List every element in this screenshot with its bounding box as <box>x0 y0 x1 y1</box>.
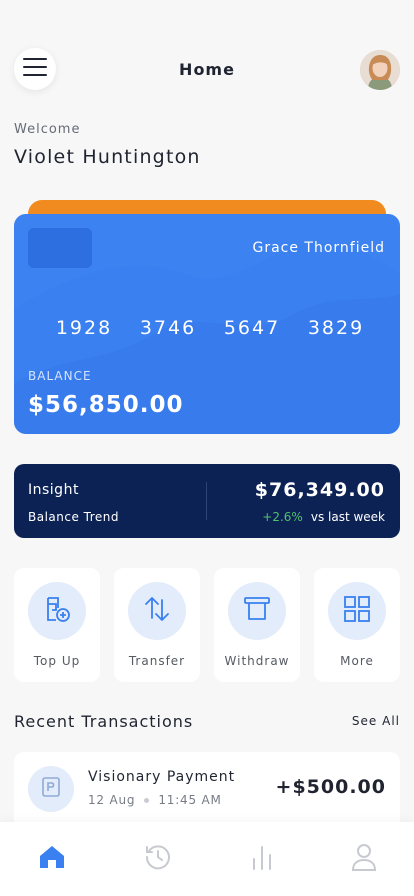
action-label: More <box>340 654 374 668</box>
card-number-group: 3746 <box>139 317 197 339</box>
action-icon-circle <box>28 582 86 640</box>
transfer-button[interactable]: Transfer <box>114 568 200 682</box>
card-number-group: 5647 <box>223 317 281 339</box>
insight-change-percent: +2.6% <box>262 510 303 524</box>
insight-change: +2.6% vs last week <box>262 510 385 524</box>
user-name: Violet Huntington <box>14 146 201 168</box>
home-icon <box>38 844 66 874</box>
action-label: Transfer <box>128 654 186 668</box>
balance-card[interactable]: Grace Thornfield 1928 3746 5647 3829 BAL… <box>14 214 400 434</box>
quick-actions: Top Up Transfer Withdraw More <box>14 568 400 682</box>
withdraw-icon <box>242 594 272 628</box>
payment-icon <box>39 775 63 803</box>
withdraw-button[interactable]: Withdraw <box>214 568 300 682</box>
card-number-group: 3829 <box>307 317 365 339</box>
insight-subtitle: Balance Trend <box>28 510 120 524</box>
balance-label: BALANCE <box>28 369 92 383</box>
transaction-item[interactable]: Visionary Payment 12 Aug 11:45 AM +$500.… <box>14 752 400 832</box>
transfer-arrows-icon <box>142 594 172 628</box>
transaction-meta: 12 Aug 11:45 AM <box>88 793 222 807</box>
nav-home[interactable] <box>36 844 68 874</box>
see-all-link[interactable]: See All <box>352 714 400 728</box>
top-up-button[interactable]: Top Up <box>14 568 100 682</box>
stats-icon <box>250 843 274 875</box>
separator-dot <box>144 797 150 803</box>
transaction-time: 11:45 AM <box>158 793 222 807</box>
bottom-nav <box>0 822 414 896</box>
recent-transactions-title: Recent Transactions <box>14 712 194 731</box>
action-label: Withdraw <box>224 654 290 668</box>
action-icon-circle <box>328 582 386 640</box>
transaction-date: 12 Aug <box>88 793 136 807</box>
page-title: Home <box>179 60 235 79</box>
nav-stats[interactable] <box>246 844 278 874</box>
transaction-name: Visionary Payment <box>88 769 236 785</box>
insight-panel[interactable]: Insight Balance Trend $76,349.00 +2.6% vs… <box>14 464 400 538</box>
avatar[interactable] <box>360 50 400 90</box>
insight-title: Insight <box>28 482 79 498</box>
insight-value: $76,349.00 <box>254 479 385 501</box>
transaction-amount: +$500.00 <box>275 776 386 798</box>
grid-icon <box>342 594 372 628</box>
nav-history[interactable] <box>142 844 174 874</box>
balance-value: $56,850.00 <box>28 392 184 418</box>
insight-change-suffix: vs last week <box>310 510 385 524</box>
app-header: Home <box>14 48 400 92</box>
transaction-icon-circle <box>28 766 74 812</box>
insight-divider <box>206 482 207 520</box>
card-number-group: 1928 <box>55 317 113 339</box>
action-label: Top Up <box>33 654 81 668</box>
nav-profile[interactable] <box>348 844 380 874</box>
history-icon <box>144 843 172 875</box>
more-button[interactable]: More <box>314 568 400 682</box>
card-number: 1928 3746 5647 3829 <box>14 317 400 339</box>
card-chip <box>28 228 92 268</box>
wallet-add-icon <box>42 594 72 628</box>
action-icon-circle <box>228 582 286 640</box>
profile-icon <box>351 843 377 875</box>
welcome-label: Welcome <box>14 122 81 137</box>
action-icon-circle <box>128 582 186 640</box>
card-holder-name: Grace Thornfield <box>252 240 385 256</box>
